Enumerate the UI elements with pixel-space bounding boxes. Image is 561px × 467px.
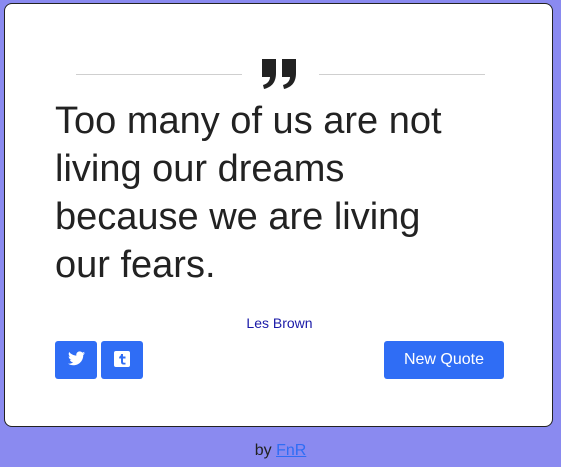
quote-text: Too many of us are not living our dreams… bbox=[55, 100, 442, 286]
divider-left bbox=[76, 74, 242, 75]
quote-mark-icon bbox=[260, 55, 300, 91]
footer: by FnR bbox=[0, 442, 561, 460]
quote-card: Too many of us are not living our dreams… bbox=[4, 3, 553, 427]
footer-prefix: by bbox=[254, 442, 272, 459]
tumblr-icon bbox=[114, 350, 130, 370]
tumblr-button[interactable] bbox=[101, 341, 143, 379]
quote-author: Les Brown bbox=[246, 315, 313, 331]
divider-right bbox=[319, 74, 485, 75]
author-link[interactable]: FnR bbox=[276, 442, 306, 459]
tweet-button[interactable] bbox=[55, 341, 97, 379]
new-quote-button[interactable]: New Quote bbox=[384, 341, 504, 379]
twitter-icon bbox=[67, 351, 85, 369]
